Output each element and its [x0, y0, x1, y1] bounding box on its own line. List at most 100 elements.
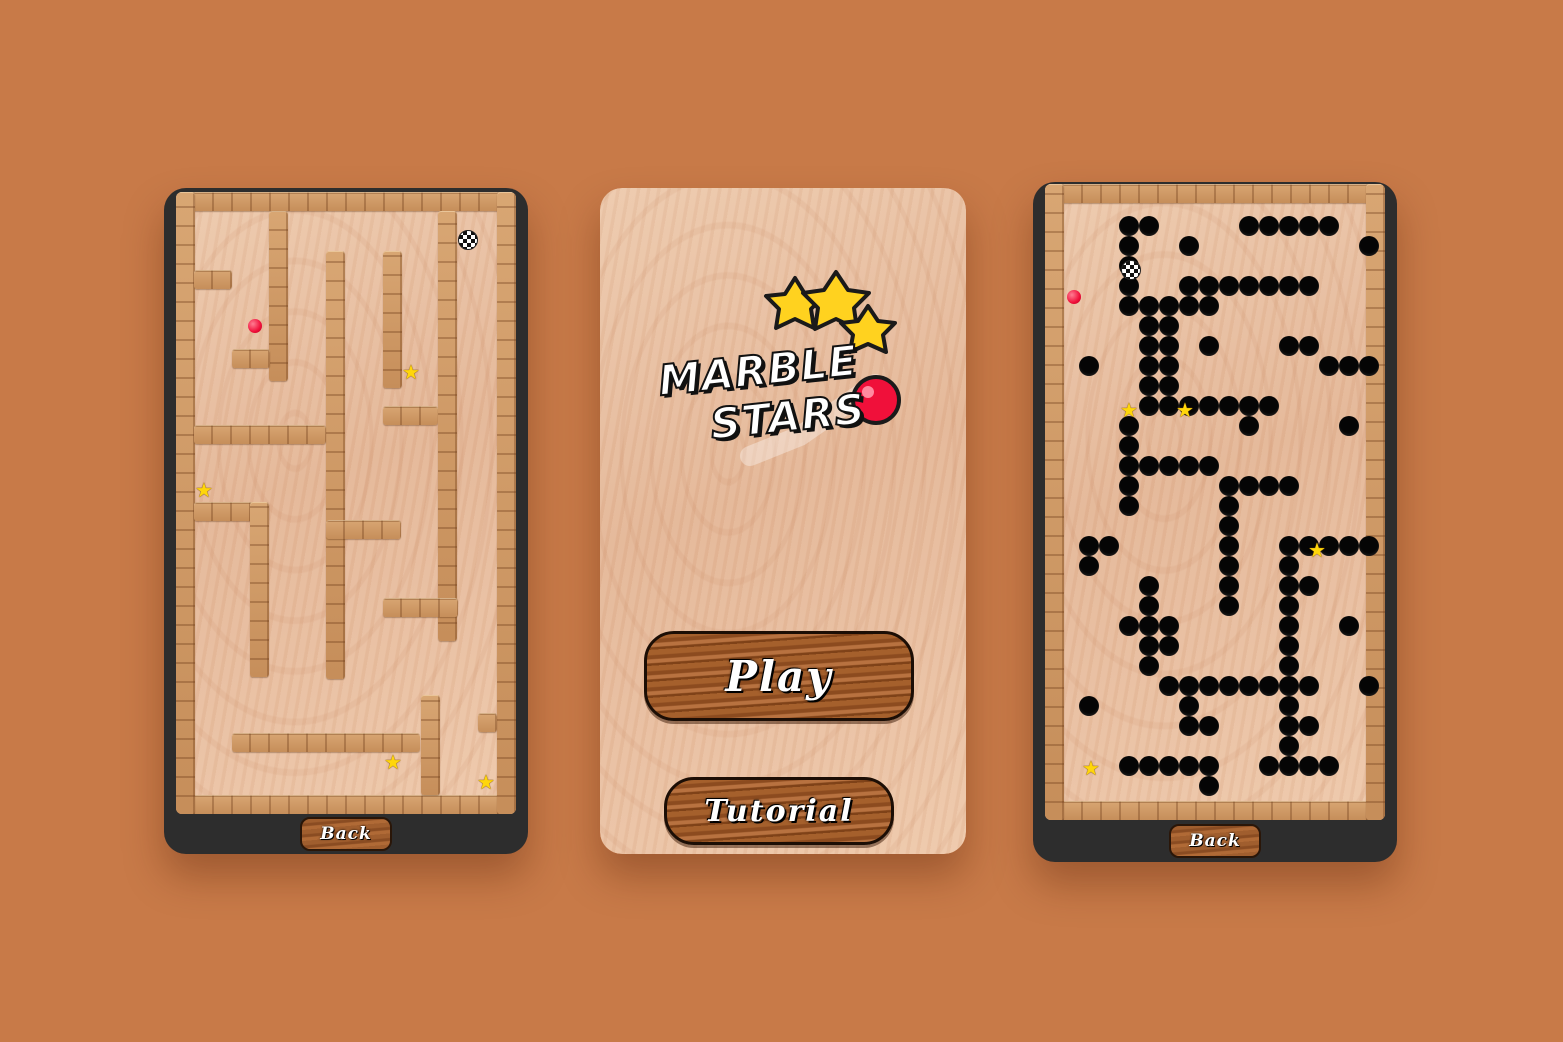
- hole: [1319, 756, 1339, 776]
- right-back-button[interactable]: Back: [1169, 824, 1261, 858]
- maze-wall: [176, 795, 516, 814]
- hole: [1339, 536, 1359, 556]
- checkered-flag-icon: [458, 230, 478, 250]
- hole: [1139, 376, 1159, 396]
- hole: [1299, 756, 1319, 776]
- hole: [1179, 296, 1199, 316]
- maze-wall: [326, 251, 345, 679]
- hole: [1279, 636, 1299, 656]
- hole: [1139, 296, 1159, 316]
- maze-wall: [383, 598, 458, 617]
- hole: [1159, 356, 1179, 376]
- maze-wall: [176, 192, 516, 211]
- hole: [1239, 396, 1259, 416]
- hole: [1219, 536, 1239, 556]
- hole: [1139, 216, 1159, 236]
- hole: [1279, 756, 1299, 776]
- hole: [1239, 676, 1259, 696]
- hole: [1279, 576, 1299, 596]
- maze-wall: [1366, 184, 1385, 820]
- hole: [1119, 216, 1139, 236]
- hole: [1159, 636, 1179, 656]
- hole: [1299, 336, 1319, 356]
- maze-wall: [383, 406, 438, 425]
- hole: [1299, 216, 1319, 236]
- maze-wall: [326, 520, 401, 539]
- hole: [1119, 236, 1139, 256]
- hole: [1239, 416, 1259, 436]
- maze-wall: [194, 425, 326, 444]
- hole: [1139, 396, 1159, 416]
- hole: [1079, 556, 1099, 576]
- play-button[interactable]: Play: [644, 631, 914, 721]
- star-icon: ★: [195, 478, 213, 502]
- hole: [1299, 716, 1319, 736]
- tutorial-button[interactable]: Tutorial: [664, 777, 894, 845]
- maze-wall: [194, 270, 232, 289]
- hole: [1159, 616, 1179, 636]
- marble-icon: [248, 319, 262, 333]
- hole: [1119, 476, 1139, 496]
- hole: [1279, 336, 1299, 356]
- hole: [1359, 676, 1379, 696]
- hole: [1139, 656, 1159, 676]
- star-icon: ★: [402, 360, 420, 384]
- hole: [1219, 396, 1239, 416]
- maze-wall: [438, 211, 457, 641]
- hole: [1319, 216, 1339, 236]
- maze-wall: [269, 211, 288, 381]
- right-phone-screen: ★ ★ ★ ★ Back: [1033, 182, 1397, 862]
- hole: [1219, 576, 1239, 596]
- left-phone-screen: ★ ★ ★ ★ Back: [164, 188, 528, 854]
- maze-wall: [478, 713, 497, 732]
- hole: [1159, 336, 1179, 356]
- hole: [1139, 756, 1159, 776]
- game-logo: MARBLE STARS: [650, 266, 920, 486]
- maze-wall: [1045, 801, 1385, 820]
- hole: [1139, 576, 1159, 596]
- hole: [1119, 616, 1139, 636]
- hole: [1199, 776, 1219, 796]
- hole: [1279, 276, 1299, 296]
- hole: [1199, 336, 1219, 356]
- hole: [1259, 756, 1279, 776]
- hole: [1239, 276, 1259, 296]
- hole: [1139, 316, 1159, 336]
- hole: [1359, 236, 1379, 256]
- hole: [1199, 756, 1219, 776]
- hole: [1119, 496, 1139, 516]
- hole: [1279, 736, 1299, 756]
- hole: [1339, 616, 1359, 636]
- hole: [1339, 416, 1359, 436]
- hole: [1139, 456, 1159, 476]
- hole: [1159, 756, 1179, 776]
- hole: [1199, 456, 1219, 476]
- hole: [1279, 556, 1299, 576]
- star-icon: ★: [1308, 538, 1326, 562]
- maze-wall: [250, 502, 269, 677]
- maze-wall: [383, 251, 402, 388]
- marble-icon: [1067, 290, 1081, 304]
- star-icon: ★: [1120, 398, 1138, 422]
- hole: [1159, 676, 1179, 696]
- left-back-button[interactable]: Back: [300, 817, 392, 851]
- hole: [1259, 216, 1279, 236]
- maze-wall: [1045, 184, 1064, 820]
- hole: [1219, 556, 1239, 576]
- hole: [1219, 496, 1239, 516]
- hole: [1179, 676, 1199, 696]
- star-icon: ★: [1176, 398, 1194, 422]
- hole: [1279, 536, 1299, 556]
- hole: [1079, 536, 1099, 556]
- hole: [1279, 656, 1299, 676]
- hole: [1159, 456, 1179, 476]
- hole: [1139, 336, 1159, 356]
- hole: [1179, 716, 1199, 736]
- hole: [1279, 476, 1299, 496]
- hole: [1179, 696, 1199, 716]
- hole: [1119, 436, 1139, 456]
- hole: [1199, 676, 1219, 696]
- menu-phone-screen: MARBLE STARS Play Tutorial: [600, 188, 966, 854]
- hole: [1239, 216, 1259, 236]
- hole: [1299, 276, 1319, 296]
